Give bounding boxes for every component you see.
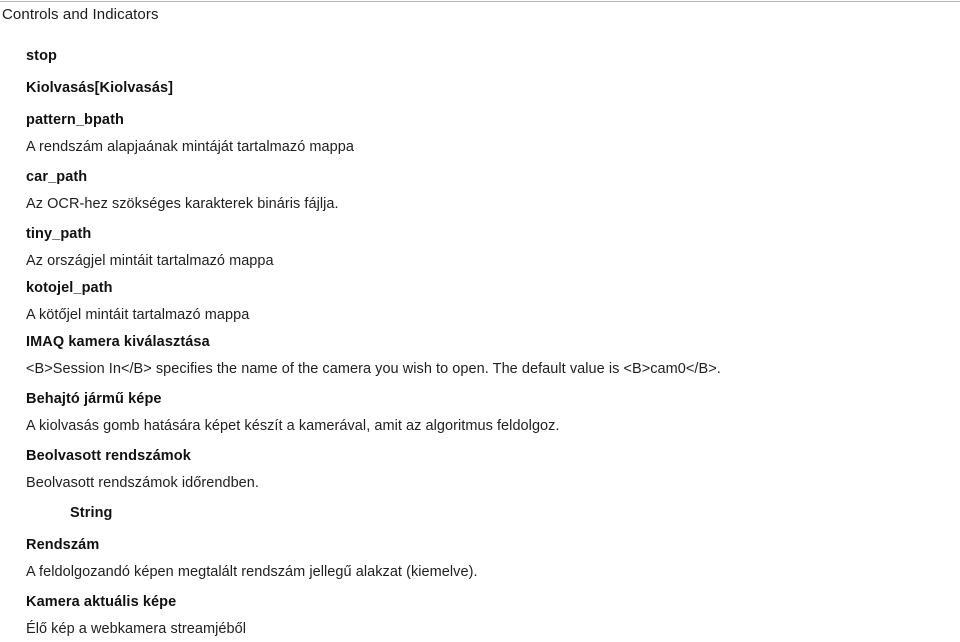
entry-description: Élő kép a webkamera streamjéből (26, 621, 246, 637)
entry-term: stop (26, 48, 58, 64)
entry-term: Kiolvasás[Kiolvasás] (26, 80, 174, 96)
page-title: Controls and Indicators (2, 6, 159, 23)
entry-term: IMAQ kamera kiválasztása (26, 334, 210, 350)
entry-description: Beolvasott rendszámok időrendben. (26, 475, 259, 491)
entry-term: tiny_path (26, 226, 92, 242)
entry-term: Behajtó jármű képe (26, 391, 162, 407)
entry-kiolvasas: Kiolvasás[Kiolvasás] (0, 74, 960, 103)
entry-kamera-aktualis-kepe: Kamera aktuális képe Élő kép a webkamera… (0, 588, 960, 642)
entry-beolvasott-rendszamok: Beolvasott rendszámok Beolvasott rendszá… (0, 442, 960, 496)
entry-term: kotojel_path (26, 280, 113, 296)
entry-description: Az országjel mintáit tartalmazó mappa (26, 253, 274, 269)
entry-term: Kamera aktuális képe (26, 594, 177, 610)
top-divider-rule (0, 1, 960, 2)
entry-imaq-kamera: IMAQ kamera kiválasztása <B>Session In</… (0, 328, 960, 382)
entry-behajto-jarmu-kepe: Behajtó jármű képe A kiolvasás gomb hatá… (0, 385, 960, 439)
entry-term: String (70, 505, 113, 521)
entry-pattern-bpath: pattern_bpath A rendszám alapjaának mint… (0, 106, 960, 160)
entry-description: <B>Session In</B> specifies the name of … (26, 361, 721, 377)
entry-rendszam: Rendszám A feldolgozandó képen megtalált… (0, 531, 960, 585)
entry-description: A kötőjel mintáit tartalmazó mappa (26, 307, 250, 323)
entry-description: Az OCR-hez szökséges karakterek bináris … (26, 196, 339, 212)
entry-term: Rendszám (26, 537, 100, 553)
entry-term: pattern_bpath (26, 112, 124, 128)
entry-description: A feldolgozandó képen megtalált rendszám… (26, 564, 478, 580)
entry-description: A kiolvasás gomb hatására képet készít a… (26, 418, 560, 434)
entry-car-path: car_path Az OCR-hez szökséges karakterek… (0, 163, 960, 217)
entry-list: stop Kiolvasás[Kiolvasás] pattern_bpath … (0, 36, 960, 642)
entry-stop: stop (0, 42, 960, 71)
document-page: Controls and Indicators stop Kiolvasás[K… (0, 0, 960, 637)
entry-term: Beolvasott rendszámok (26, 448, 191, 464)
entry-term: car_path (26, 169, 88, 185)
entry-kotojel-path: kotojel_path A kötőjel mintáit tartalmaz… (0, 274, 960, 328)
entry-string: String (0, 499, 960, 528)
entry-description: A rendszám alapjaának mintáját tartalmaz… (26, 139, 354, 155)
entry-tiny-path: tiny_path Az országjel mintáit tartalmaz… (0, 220, 960, 274)
